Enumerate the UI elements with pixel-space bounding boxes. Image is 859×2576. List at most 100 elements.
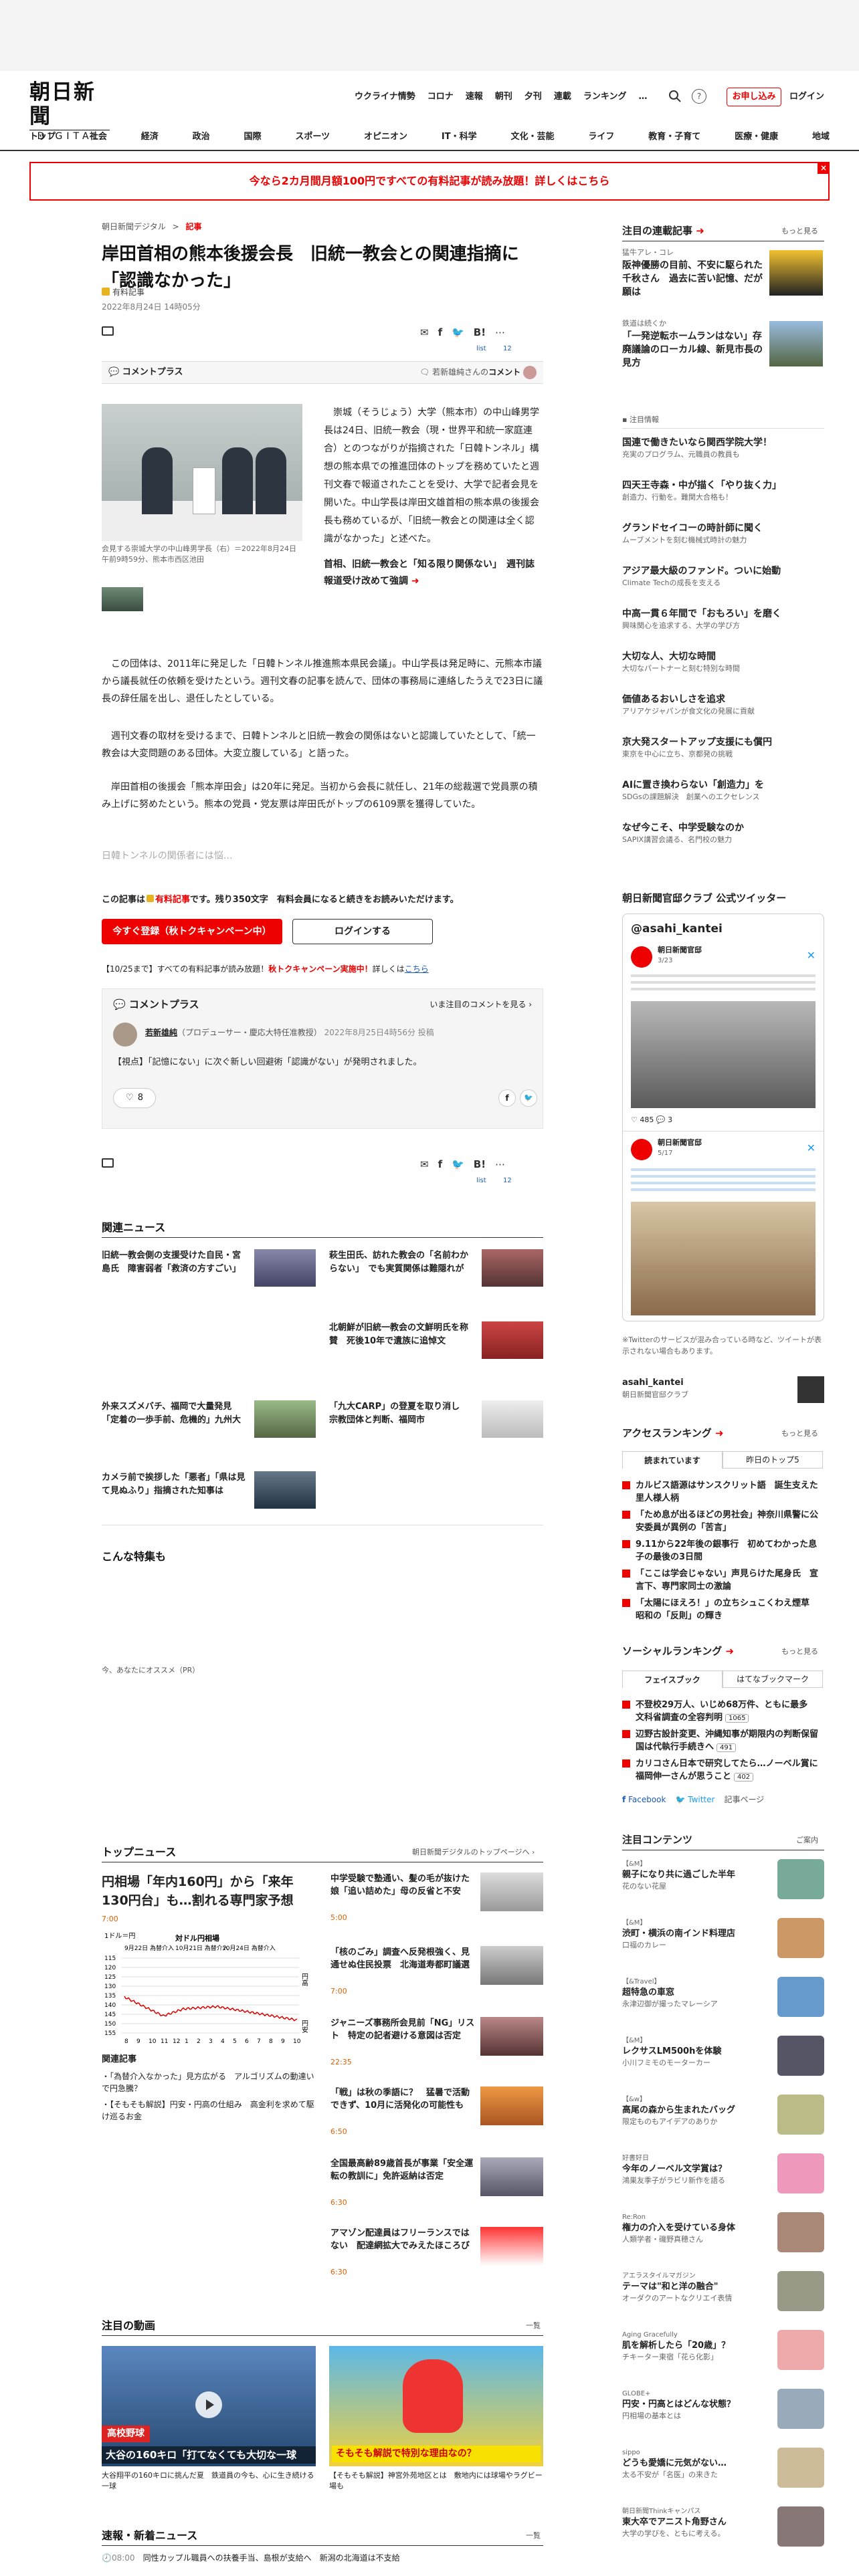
series-item[interactable]: 鉄道は続くか 「一発逆転ホームランはない」存廃議論のローカル線、新見市長の見方 [622,318,823,370]
video-caption[interactable]: 大谷翔平の160キロに挑んだ夏 鉄道員の今も、心に生き続ける一球 [102,2470,316,2492]
social-ranking-item[interactable]: 辺野古設計変更、沖縄知事が期限内の判断保留 国は代執行手続きへ 491 [622,1728,827,1754]
related-news-item[interactable]: 萩生田氏、訪れた教会の「名前わからない」 でも実質関係は難隠れが [329,1249,543,1289]
content-item[interactable]: 【&w】 高尾の森から生まれたバッグ 限定ものもアイデアのありか [622,2095,824,2141]
breaking-more[interactable]: 一覧 [526,2531,541,2542]
play-icon[interactable] [195,2391,222,2418]
tw-account[interactable]: asahi_kantei [622,1376,684,1390]
nav-item[interactable]: 医療・健康 [735,130,778,144]
social-ranking-item[interactable]: カリコさん日本で研究してたら…ノーベル賞に福岡伸一さんが思うこと 402 [622,1757,824,1784]
tweet-image[interactable] [631,1001,816,1108]
more-icon[interactable]: ⋯ [495,325,505,340]
related-news-item[interactable]: 北朝鮮が旧統一教会の文鮮明氏を称賛 死後10年で遺族に追悼文 [329,1321,543,1362]
content-item[interactable]: 朝日新聞Thinkキャンパス 東大卒でアニスト角野さん 大学の学びを、ともに考える。 [622,2506,824,2553]
video-card[interactable]: そもそも解説で特別な理由なの？ [329,2346,543,2466]
social-more[interactable]: もっと見る [781,1646,818,1658]
nav-item[interactable]: 国際 [244,130,262,144]
campaign-link[interactable]: こちら [405,964,429,974]
facebook-icon[interactable]: f [438,325,443,340]
pr-item[interactable]: アジア最大級のファンド。ついに始動 Climate Techの成長を支える [622,564,823,589]
content-item[interactable]: GLOBE+ 円安・円高とはどんな状態？ 円相場の基本とは [622,2389,824,2436]
print-button[interactable] [102,1158,114,1168]
facebook-icon[interactable]: f [498,1089,516,1107]
series-more[interactable]: もっと見る [781,226,818,237]
quick-link[interactable]: 連載 [554,90,571,104]
campaign-banner[interactable]: 今なら2カ月間月額100円ですべての有料記事が読み放題！詳しくはこちら × [29,162,830,201]
nav-item[interactable]: 文化・芸能 [510,130,554,144]
pr-item[interactable]: AIに置き換わらない「創造力」を SDGsの課題解決 創業へのエクセレンス [622,778,823,803]
nav-item[interactable]: スポーツ [295,130,330,144]
facebook-icon[interactable]: f [438,1157,443,1172]
search-icon[interactable] [668,89,682,104]
tab-yesterday[interactable]: 昨日のトップ5 [723,1451,823,1469]
register-button[interactable]: 今すぐ登録（秋トクキャンペーン中） [102,919,282,944]
related-news-item[interactable]: 外来スズメバチ、福岡で大量発見 「定着の一歩手前、危機的」九州大 [102,1400,316,1440]
ranking-item[interactable]: 「ため息が出るほどの男社会」神奈川県警に公安委員が異例の「苦言」 [622,1509,824,1534]
top-news-item[interactable]: 「戦」は秋の季語に？ 猛暑で活動できず、10月に活発化の可能性も 6:50 [330,2086,543,2139]
hatena-icon[interactable]: B! [474,325,486,340]
top-page-link[interactable]: 朝日新聞デジタルのトップページへ › [412,1847,535,1858]
help-icon[interactable]: ? [692,89,706,104]
twitter-link[interactable]: 🐦 Twitter [675,1794,714,1806]
content-item[interactable]: 【&M】 レクサスLM500hを体験 小川フミモのモーターカー [622,2036,824,2082]
commenter-name[interactable]: 若新雄純 [145,1028,177,1037]
content-item[interactable]: Aging Gracefully 肌を解析したら「20歳」？ チキーター東宿「花ら化… [622,2330,824,2377]
tab-hatena[interactable]: はてなブックマーク [723,1671,823,1688]
videos-more[interactable]: 一覧 [526,2321,541,2332]
login-button[interactable]: ログインする [292,919,433,944]
video-card[interactable]: 高校野球 大谷の160キロ「打てなくても大切な一球 [102,2346,316,2466]
ranking-item[interactable]: 「太陽にほえろ！」の立ちシュこくわえ煙草 昭和の「反則」の輝き [622,1597,824,1622]
nav-item[interactable]: 地域 [812,130,830,144]
quick-link[interactable]: ウクライナ情勢 [355,90,415,104]
tab-read[interactable]: 読まれています [622,1451,723,1469]
related-news-item[interactable]: 旧統一教会側の支援受けた自民・宮島氏 障害弱者「救済の方すごい」 [102,1249,316,1289]
nav-item[interactable]: 政治 [193,130,210,144]
twitter-embed[interactable]: @asahi_kantei 朝日新聞官邸 3/23 ✕ ♡ 485 💬 3 朝日… [622,914,824,1321]
pr-item[interactable]: 中高一貫６年間で「おもろい」を磨く 興味関心を追求する、大学の学び方 [622,607,823,632]
twitter-icon[interactable]: 🐦 [452,325,464,340]
x-logo-icon[interactable]: ✕ [807,948,816,964]
print-button[interactable] [102,326,114,336]
mail-icon[interactable]: ✉ [420,325,429,340]
series-item[interactable]: 猛牛アレ・コレ 阪神優勝の目前、不安に駆られた千秋さん 過去に苦い記憶、だが願は [622,247,823,299]
facebook-link[interactable]: f Facebook [622,1794,666,1806]
breadcrumb-home[interactable]: 朝日新聞デジタル [102,222,166,231]
top-news-main[interactable]: 円相場「年内160円」から「来年130円台」も…割れる専門家予想 [102,1872,316,1910]
content-item[interactable]: アエラスタイルマガジン テーマは"和と洋の融合" オーダクのアートなクリエイ表情 [622,2271,824,2318]
top-news-item[interactable]: 全国最高齢89歳首長が事業「安全運転の教訓に」免許返納は否定 6:30 [330,2157,543,2210]
content-item[interactable]: 【&M】 渋町・横浜の南インド料理店 口福のカレー [622,1918,824,1965]
access-more[interactable]: もっと見る [781,1428,818,1440]
quick-link[interactable]: コロナ [427,90,454,104]
close-icon[interactable]: × [818,162,830,174]
pr-item[interactable]: 四天王寺森・中が描く「やり抜く力」 創造力、行動を。難関大合格も！ [622,479,823,504]
pr-item[interactable]: 国連で働きたいなら関西学院大学！ 充実のプログラム、元職員の教員も [622,436,823,461]
more-icon[interactable]: ⋯ [495,1157,505,1172]
pr-item[interactable]: 大切な人、大切な時間 大切なパートナーと刻む特別な時間 [622,650,823,675]
pr-item[interactable]: なぜ今こそ、中学受験なのか SAPIX講習会議る、名門校の魅力 [622,821,823,846]
tweet-image[interactable] [631,1202,816,1315]
related-article-link[interactable]: 首相、旧統一教会と「知る限り関係ない」 週刊誌報道受け改めて強調 ➜ [324,556,543,590]
nav-item[interactable]: ライフ [588,130,614,144]
content-item[interactable]: 好書好日 今年のノーベル文学賞は？ 鴻巣友季子がラビリ新作を語る [622,2153,824,2200]
pr-item[interactable]: 京大発スタートアップ支援にも償円 東京を中心に立ち、京都発の挑戦 [622,736,823,760]
nav-item[interactable]: トップ [29,130,56,144]
nav-item[interactable]: IT・科学 [442,130,477,144]
more-menu[interactable]: … [638,90,647,104]
ranking-item[interactable]: 「ここは学会じゃない」声見らけた尾身氏 宣言下、専門家同士の激論 [622,1568,824,1593]
tab-facebook[interactable]: フェイスブック [622,1671,723,1688]
nav-item[interactable]: 教育・子育て [648,130,700,144]
like-button[interactable]: ♡ 8 [113,1088,156,1108]
top-news-item[interactable]: 「核のごみ」調査へ反発根強く、見通せぬ住民投票 北海道寿都町議選 7:00 [330,1946,543,1998]
nav-item[interactable]: 社会 [90,130,107,144]
social-ranking-item[interactable]: 不登校29万人、いじめ68万件、ともに最多 文科省調査の全容判明 1065 [622,1699,824,1725]
related-link[interactable]: ・【そもそも解説】円安・円高の仕組み 高金利を求めて駆け巡るお金 [102,2099,316,2123]
view-comments-link[interactable]: いま注目のコメントを見る › [430,998,532,1010]
twitter-icon[interactable]: 🐦 [520,1089,537,1107]
ranking-item[interactable]: 9.11から22年後の銀事行 初めてわかった息子の最後の3日間 [622,1538,824,1564]
top-news-item[interactable]: アマゾン配達員はフリーランスではない 配達網拡大でみえたほころび 6:30 [330,2227,543,2279]
content-item[interactable]: Re:Ron 権力の介入を受けている身体 人類学者・磯野真穂さん [622,2212,824,2259]
subscribe-button[interactable]: お申し込み [727,88,781,106]
quick-link[interactable]: 夕刊 [524,90,542,104]
quick-link[interactable]: 速報 [466,90,483,104]
content-item[interactable]: 【&Travel】 超特急の車窓 永津辺御が撮ったマレーシア [622,1977,824,2024]
top-news-item[interactable]: ジャニーズ事務所会見前「NG」リスト 特定の記者避ける意図は否定 22:35 [330,2017,543,2069]
